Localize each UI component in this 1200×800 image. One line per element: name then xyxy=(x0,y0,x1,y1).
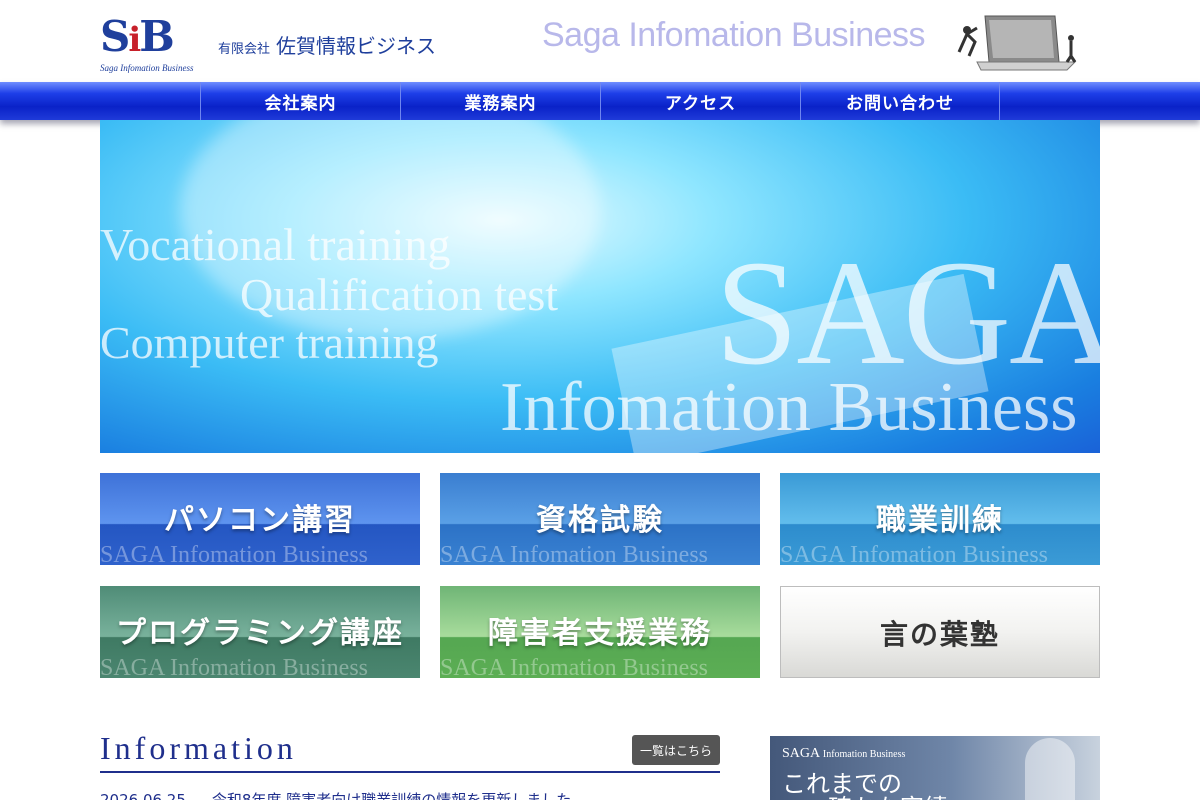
tile-programming-course[interactable]: プログラミング講座 SAGA Infomation Business xyxy=(100,586,420,678)
tile-sub: SAGA Infomation Business xyxy=(440,542,709,565)
tile-label: パソコン講習 xyxy=(164,503,356,538)
tile-vocational-training[interactable]: 職業訓練 SAGA Infomation Business xyxy=(780,473,1100,565)
nav-item-company[interactable]: 会社案内 xyxy=(200,82,400,120)
laptop-illustration-icon xyxy=(957,15,1077,71)
news-text: 令和8年度 障害者向け職業訓練の情報を更新しました xyxy=(211,791,572,800)
tile-qualification-exam[interactable]: 資格試験 SAGA Infomation Business xyxy=(440,473,760,565)
hero-banner: Vocational training Qualification test C… xyxy=(100,120,1100,453)
tile-label: 障害者支援業務 xyxy=(488,616,712,651)
tile-disability-support[interactable]: 障害者支援業務 SAGA Infomation Business xyxy=(440,586,760,678)
tile-label: プログラミング講座 xyxy=(116,616,404,651)
banner-brand-main: SAGA xyxy=(782,746,820,761)
hero-text-qualification: Qualification test xyxy=(240,269,559,320)
logo-subtitle: Saga Infomation Business xyxy=(100,63,194,73)
tile-label: 言の葉塾 xyxy=(879,618,1000,651)
nav-item-services[interactable]: 業務案内 xyxy=(400,82,600,120)
site-logo[interactable]: SiB Saga Infomation Business xyxy=(100,12,210,74)
nav-item-contact[interactable]: お問い合わせ xyxy=(800,82,1000,120)
hero-text-computer: Computer training xyxy=(100,317,439,368)
company-name: 有限会社 佐賀情報ビジネス xyxy=(218,30,436,59)
tile-label: 職業訓練 xyxy=(876,503,1004,538)
news-date: 2026.06.25 xyxy=(100,791,186,800)
track-record-banner[interactable]: SAGA Infomation Business これまでの 確かな実績 xyxy=(770,736,1100,800)
information-divider xyxy=(100,771,720,773)
banner-headline-2: 確かな実績 xyxy=(828,788,948,800)
tile-sub: SAGA Infomation Business xyxy=(100,542,369,565)
header-tagline: Saga Infomation Business xyxy=(542,16,926,54)
company-title: 佐賀情報ビジネス xyxy=(276,36,437,58)
main-nav: 会社案内 業務案内 アクセス お問い合わせ xyxy=(0,82,1200,120)
nav-item-access[interactable]: アクセス xyxy=(600,82,800,120)
banner-person-image xyxy=(1025,738,1075,800)
company-kind: 有限会社 xyxy=(218,41,271,56)
tile-pc-course[interactable]: パソコン講習 SAGA Infomation Business xyxy=(100,473,420,565)
hero-text-infomation-business: Infomation Business xyxy=(500,369,1078,446)
tile-sub: SAGA Infomation Business xyxy=(100,655,369,678)
news-item[interactable]: 2026.06.25 令和8年度 障害者向け職業訓練の情報を更新しました xyxy=(100,789,571,800)
tile-label: 資格試験 xyxy=(536,503,664,538)
logo-mark: SiB xyxy=(100,12,175,61)
hero-text-vocational: Vocational training xyxy=(100,219,451,270)
site-header: SiB Saga Infomation Business 有限会社 佐賀情報ビジネ… xyxy=(0,0,1200,82)
view-all-button[interactable]: 一覧はこちら xyxy=(632,735,720,765)
hero-text-saga: SAGA xyxy=(715,230,1100,396)
banner-brand-small: Infomation Business xyxy=(822,749,906,760)
tile-sub: SAGA Infomation Business xyxy=(780,542,1049,565)
tile-kotonoha-juku[interactable]: 言の葉塾 xyxy=(780,586,1100,678)
banner-brand: SAGA Infomation Business xyxy=(782,746,905,762)
information-heading: Information xyxy=(100,730,297,766)
tile-sub: SAGA Infomation Business xyxy=(440,655,709,678)
